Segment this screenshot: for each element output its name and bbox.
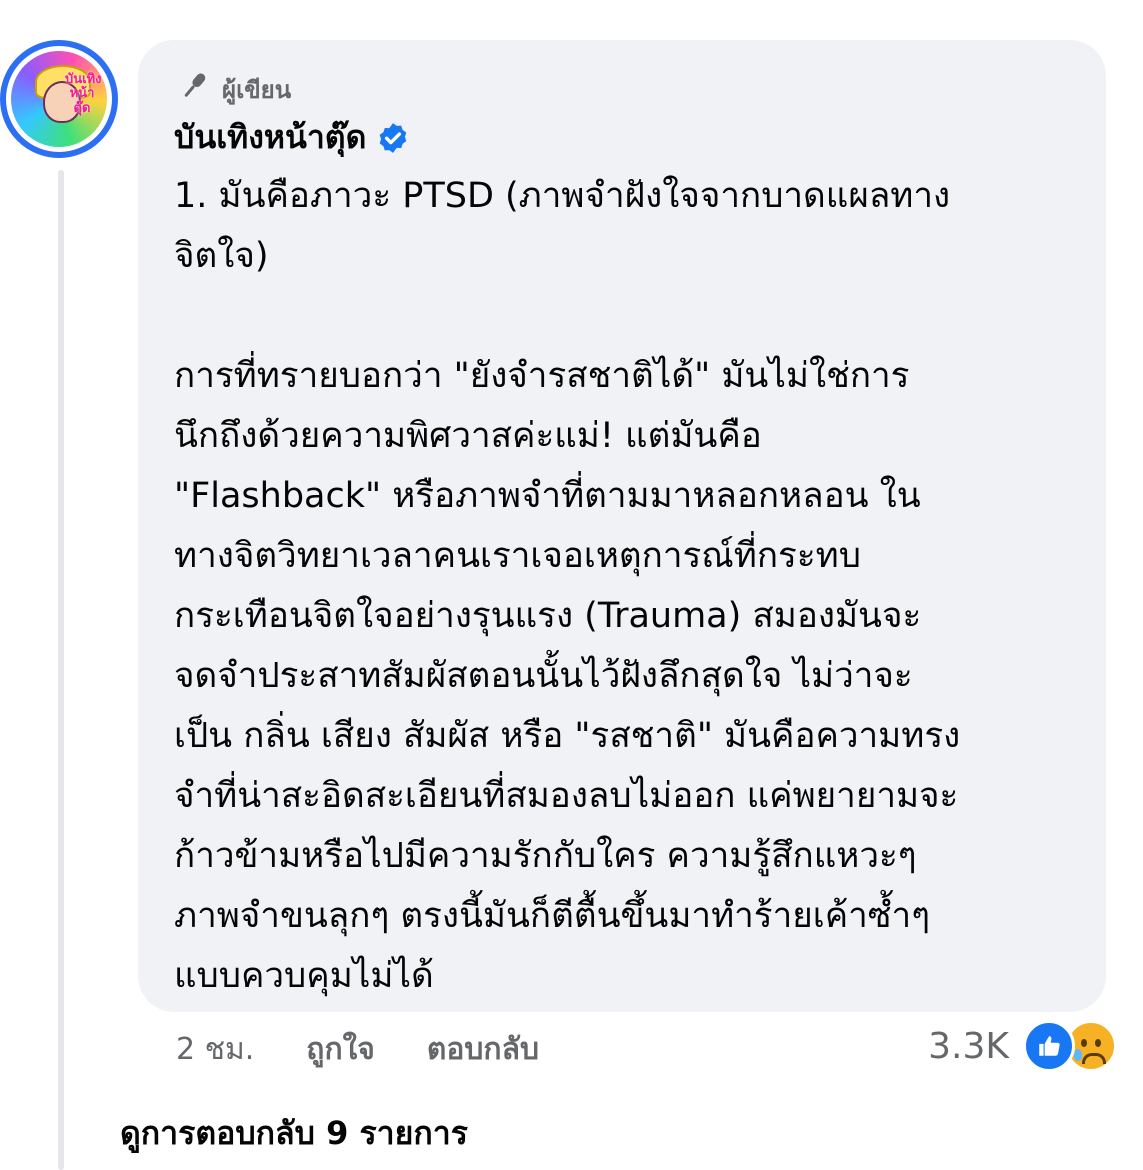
comment-line: จำที่น่าสะอิดสะเอียนที่สมองลบไม่ออก แค่พ… — [174, 776, 959, 816]
author-row: บันเทิงหน้าตุ๊ด — [174, 112, 410, 163]
avatar-logo-text: บันเทิง หน้า ตุ๊ด — [65, 72, 102, 116]
comment-line: 1. มันคือภาวะ PTSD (ภาพจำฝังใจจากบาดแผลท… — [174, 176, 951, 216]
comment-line: จิตใจ) — [174, 236, 269, 276]
like-icon — [1023, 1020, 1075, 1072]
author-name[interactable]: บันเทิงหน้าตุ๊ด — [174, 112, 366, 163]
comment-timestamp[interactable]: 2 ชม. — [176, 1026, 254, 1073]
comment-line: การที่ทรายบอกว่า "ยังจำรสชาติได้" มันไม่… — [174, 356, 910, 396]
reactions-summary[interactable]: 3.3K — [928, 1020, 1117, 1072]
verified-badge-icon — [376, 121, 410, 155]
comment-line: แบบควบคุมไม่ได้ — [174, 956, 434, 996]
reply-button[interactable]: ตอบกลับ — [427, 1026, 539, 1073]
like-button[interactable]: ถูกใจ — [306, 1026, 375, 1073]
thread-line — [58, 170, 64, 1170]
comment-line: ก้าวข้ามหรือไปมีความรักกับใคร ความรู้สึก… — [174, 836, 917, 876]
comment-line: ทางจิตวิทยาเวลาคนเราเจอเหตุการณ์ที่กระทบ — [174, 536, 861, 576]
reaction-count: 3.3K — [928, 1025, 1009, 1067]
avatar[interactable]: บันเทิง หน้า ตุ๊ด — [0, 40, 118, 158]
comment-line: "Flashback" หรือภาพจำที่ตามมาหลอกหลอน ใน — [174, 476, 921, 516]
comment-actions: 2 ชม. ถูกใจ ตอบกลับ — [176, 1026, 539, 1073]
author-role-badge: ผู้เขียน — [176, 68, 291, 110]
comment-body: 1. มันคือภาวะ PTSD (ภาพจำฝังใจจากบาดแผลท… — [174, 166, 1079, 1006]
microphone-icon — [176, 68, 212, 110]
comment-line: จดจำประสาทสัมผัสตอนนั้นไว้ฝังลึกสุดใจ ไม… — [174, 656, 913, 696]
comment-line: กระเทือนจิตใจอย่างรุนแรง (Trauma) สมองมั… — [174, 596, 922, 636]
view-replies-link[interactable]: ดูการตอบกลับ 9 รายการ — [120, 1108, 468, 1159]
comment-line: นึกถึงด้วยความพิศวาสค่ะแม่! แต่มันคือ — [174, 416, 762, 456]
comment-line: ภาพจำขนลุกๆ ตรงนี้มันก็ตีตื้นขึ้นมาทำร้า… — [174, 896, 930, 936]
avatar-image: บันเทิง หน้า ตุ๊ด — [11, 51, 107, 147]
comment-line: เป็น กลิ่น เสียง สัมผัส หรือ "รสชาติ" มั… — [174, 716, 961, 756]
author-role-label: ผู้เขียน — [222, 75, 292, 104]
